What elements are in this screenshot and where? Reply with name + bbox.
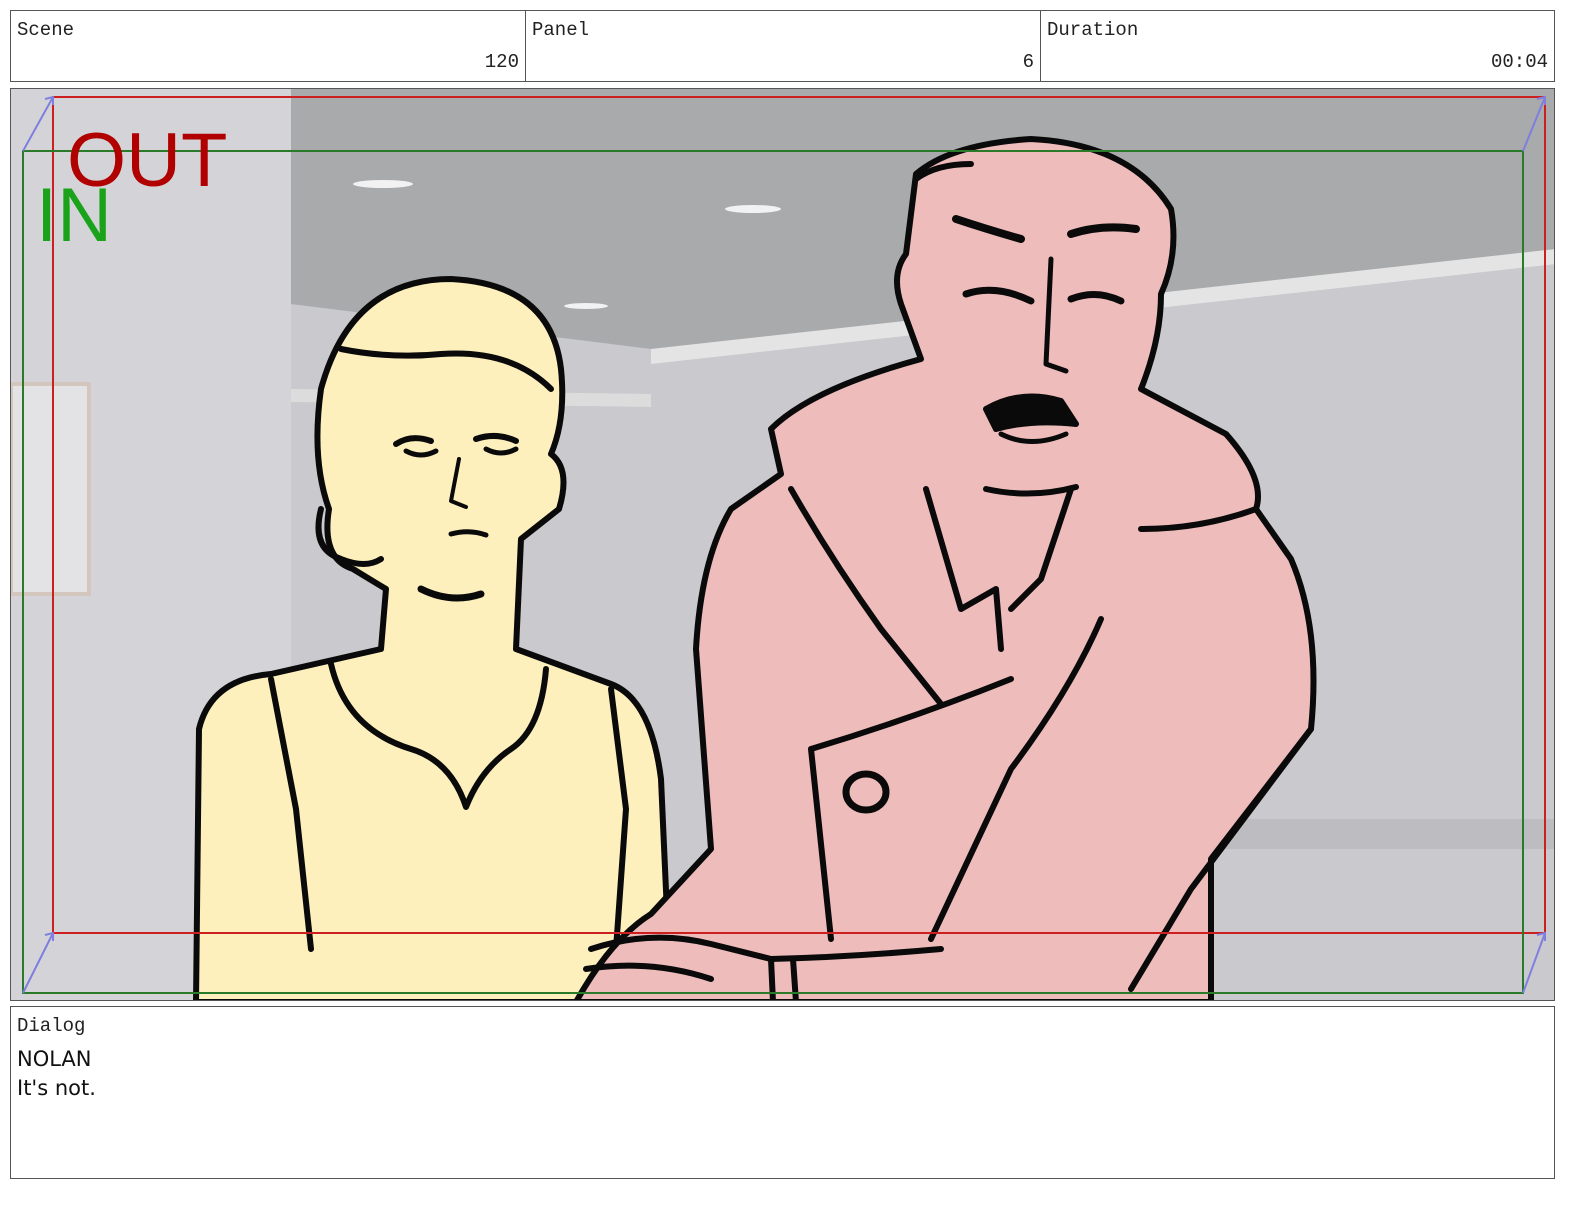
dialog-text: It's not. (17, 1076, 96, 1100)
panel-label: Panel (532, 19, 590, 41)
duration-label: Duration (1047, 19, 1139, 41)
dialog-character: NOLAN (17, 1047, 92, 1071)
storyboard-panel: OUT IN (10, 88, 1555, 1001)
duration-value: 00:04 (1490, 51, 1548, 73)
scene-label: Scene (17, 19, 75, 41)
ceiling-light (725, 205, 781, 213)
panel-drawing: OUT IN (11, 89, 1554, 1000)
panel-cell: Panel 6 (525, 10, 1041, 82)
duration-cell: Duration 00:04 (1040, 10, 1555, 82)
scene-number: 120 (484, 51, 519, 73)
ceiling-light (353, 180, 413, 188)
in-label: IN (36, 173, 112, 258)
floor-trim (1211, 819, 1554, 849)
dialog-box: Dialog NOLAN It's not. (10, 1006, 1555, 1179)
panel-number: 6 (1022, 51, 1034, 73)
dialog-label: Dialog (17, 1015, 86, 1037)
ceiling-light (564, 303, 608, 309)
scene-cell: Scene 120 (10, 10, 526, 82)
